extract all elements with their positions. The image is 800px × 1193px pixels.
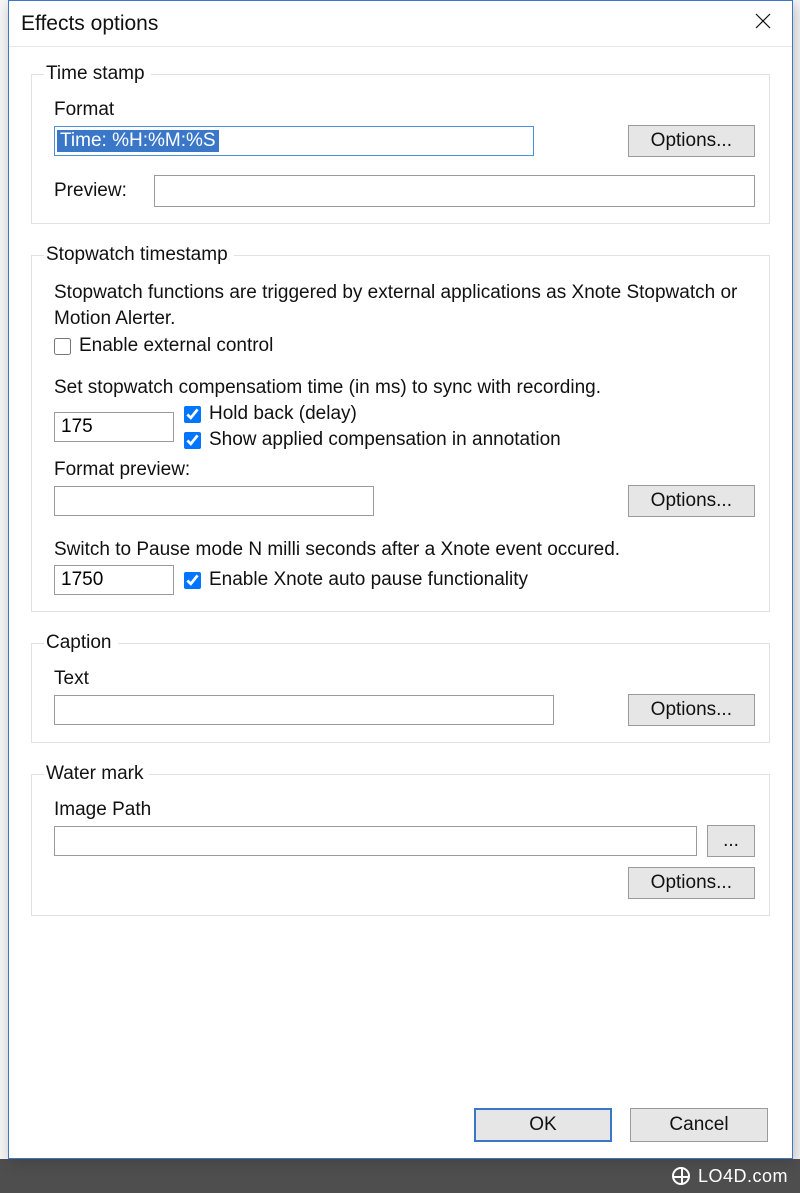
watermark-path-label: Image Path [54, 799, 755, 821]
group-caption: Caption Text Options... [31, 632, 770, 743]
window-title: Effects options [21, 12, 158, 36]
holdback-input[interactable] [184, 406, 201, 423]
footer-text: LO4D.com [698, 1166, 788, 1187]
show-comp-checkbox[interactable]: Show applied compensation in annotation [184, 429, 561, 451]
stopwatch-description: Stopwatch functions are triggered by ext… [54, 280, 755, 331]
format-input-value: Time: %H:%M:%S [57, 130, 219, 152]
holdback-checkbox[interactable]: Hold back (delay) [184, 403, 561, 425]
group-stopwatch: Stopwatch timestamp Stopwatch functions … [31, 244, 770, 612]
format-preview-input[interactable] [54, 486, 374, 516]
close-button[interactable] [734, 1, 792, 41]
holdback-label: Hold back (delay) [209, 403, 357, 425]
group-watermark-legend: Water mark [44, 763, 149, 785]
caption-text-label: Text [54, 668, 755, 690]
preview-box [154, 175, 755, 207]
group-watermark: Water mark Image Path ... Options... [31, 763, 770, 916]
watermark-path-input[interactable] [54, 826, 697, 856]
enable-external-label: Enable external control [79, 335, 273, 357]
pause-enable-label: Enable Xnote auto pause functionality [209, 569, 528, 591]
enable-external-checkbox[interactable]: Enable external control [54, 335, 755, 357]
group-stopwatch-legend: Stopwatch timestamp [44, 244, 234, 266]
group-timestamp: Time stamp Format Time: %H:%M:%S Options… [31, 63, 770, 224]
format-input[interactable]: Time: %H:%M:%S [54, 126, 534, 156]
stopwatch-options-button[interactable]: Options... [628, 485, 755, 517]
show-comp-input[interactable] [184, 432, 201, 449]
dialog-body: Time stamp Format Time: %H:%M:%S Options… [9, 47, 792, 916]
enable-external-input[interactable] [54, 338, 71, 355]
caption-text-input[interactable] [54, 695, 554, 725]
close-icon [755, 13, 771, 29]
format-label: Format [54, 99, 755, 121]
dialog-button-row: OK Cancel [474, 1108, 768, 1142]
compensation-label: Set stopwatch compensatiom time (in ms) … [54, 377, 755, 399]
globe-icon [672, 1167, 690, 1185]
cancel-button[interactable]: Cancel [630, 1108, 768, 1142]
pause-enable-input[interactable] [184, 572, 201, 589]
footer-badge: LO4D.com [0, 1159, 800, 1193]
pause-enable-checkbox[interactable]: Enable Xnote auto pause functionality [184, 569, 528, 591]
pause-ms-input[interactable] [54, 565, 174, 595]
watermark-browse-button[interactable]: ... [707, 825, 755, 857]
group-caption-legend: Caption [44, 632, 118, 654]
show-comp-label: Show applied compensation in annotation [209, 429, 561, 451]
format-preview-label: Format preview: [54, 459, 755, 481]
effects-options-dialog: Effects options Time stamp Format Time: … [8, 0, 793, 1159]
group-timestamp-legend: Time stamp [44, 63, 151, 85]
watermark-options-button[interactable]: Options... [628, 867, 755, 899]
caption-options-button[interactable]: Options... [628, 694, 755, 726]
titlebar: Effects options [9, 1, 792, 47]
preview-label: Preview: [54, 180, 144, 202]
pause-desc: Switch to Pause mode N milli seconds aft… [54, 539, 755, 561]
compensation-input[interactable] [54, 412, 174, 442]
timestamp-options-button[interactable]: Options... [628, 125, 755, 157]
ok-button[interactable]: OK [474, 1108, 612, 1142]
